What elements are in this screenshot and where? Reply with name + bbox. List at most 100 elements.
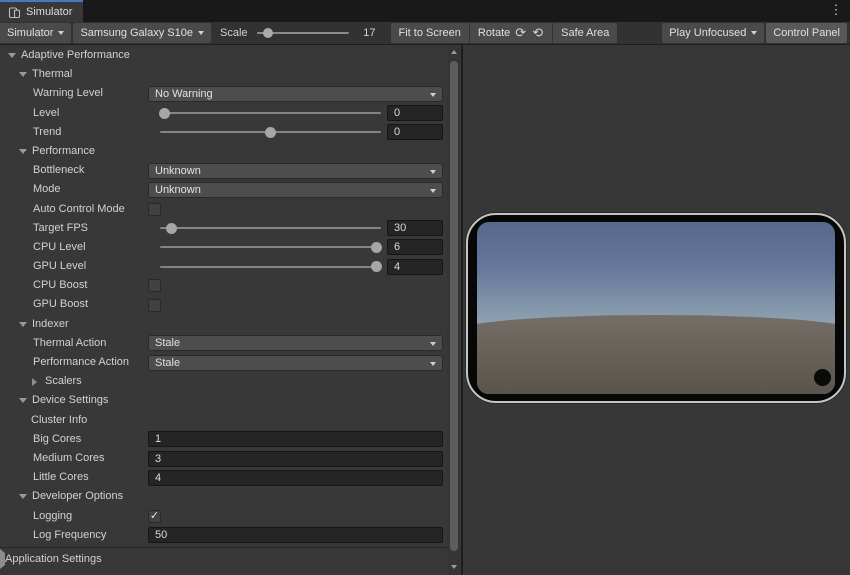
row-gpu-boost: GPU Boost: [0, 295, 461, 314]
mode-dropdown[interactable]: Unknown: [148, 182, 443, 198]
label-adaptive-performance[interactable]: Adaptive Performance: [21, 46, 130, 65]
row-bottleneck: Bottleneck Unknown: [0, 161, 461, 180]
scale-control: Scale 17: [220, 27, 382, 39]
performance-action-dropdown[interactable]: Stale: [148, 355, 443, 371]
trend-slider[interactable]: [160, 124, 381, 140]
simulator-window: Simulator ⋮ Simulator Samsung Galaxy S10…: [0, 0, 850, 575]
cpu-level-slider[interactable]: [160, 239, 381, 255]
gpu-level-value-field[interactable]: 4: [387, 259, 443, 275]
fit-to-screen-button[interactable]: Fit to Screen: [391, 23, 469, 43]
row-medium-cores: Medium Cores3: [0, 449, 461, 468]
row-warning-level: Warning LevelNo Warning: [0, 84, 461, 103]
log-frequency-field[interactable]: 50: [148, 527, 443, 543]
device-viewport[interactable]: [463, 45, 850, 575]
label-developer-options[interactable]: Developer Options: [32, 487, 123, 506]
label-application-settings[interactable]: Application Settings: [5, 553, 102, 565]
logging-checkbox[interactable]: ✓: [148, 510, 161, 523]
performance-foldout-arrow-icon[interactable]: [19, 149, 27, 154]
little-cores-field[interactable]: 4: [148, 470, 443, 486]
label-mode: Mode: [33, 180, 61, 199]
rotate-counterclockwise-icon[interactable]: ⟲: [531, 26, 544, 39]
thermal-action-dropdown[interactable]: Stale: [148, 335, 443, 351]
mode-control: Unknown: [148, 182, 443, 198]
trend-value-field[interactable]: 0: [387, 124, 443, 140]
slider-knob[interactable]: [159, 108, 170, 119]
row-performance: Performance: [0, 142, 461, 161]
simulator-menu-button[interactable]: Simulator: [0, 23, 71, 43]
row-target-fps: Target FPS30: [0, 219, 461, 238]
label-scalers[interactable]: Scalers: [45, 372, 82, 391]
row-indexer: Indexer: [0, 315, 461, 334]
slider-knob[interactable]: [371, 242, 382, 253]
rotate-controls: Rotate ⟳ ⟲: [469, 23, 552, 43]
label-log-frequency: Log Frequency: [33, 526, 106, 545]
chevron-down-icon: [430, 342, 436, 346]
level-control: 0: [148, 105, 443, 121]
target-fps-value-field[interactable]: 30: [387, 220, 443, 236]
row-scalers: Scalers: [0, 372, 461, 391]
row-auto-control-mode: Auto Control Mode: [0, 200, 461, 219]
device-settings-foldout-arrow-icon[interactable]: [19, 398, 27, 403]
target-fps-control: 30: [148, 220, 443, 236]
warning-level-dropdown[interactable]: No Warning: [148, 86, 443, 102]
little-cores-control: 4: [148, 470, 443, 486]
cpu-boost-checkbox[interactable]: [148, 279, 161, 292]
tab-simulator[interactable]: Simulator: [0, 0, 83, 22]
scrollbar-thumb[interactable]: [450, 61, 458, 551]
developer-options-foldout-arrow-icon[interactable]: [19, 494, 27, 499]
label-trend: Trend: [33, 123, 61, 142]
chevron-down-icon: [58, 31, 64, 35]
tab-title: Simulator: [26, 6, 72, 18]
safe-area-button[interactable]: Safe Area: [552, 23, 617, 43]
thermal-foldout-arrow-icon[interactable]: [19, 72, 27, 77]
scale-slider[interactable]: [257, 32, 349, 34]
device-screen[interactable]: [477, 222, 835, 394]
scalers-foldout-arrow-icon[interactable]: [32, 378, 37, 386]
device-simulator-icon: [8, 6, 21, 19]
label-thermal[interactable]: Thermal: [32, 65, 72, 84]
control-panel-button[interactable]: Control Panel: [766, 23, 847, 43]
scroll-down-icon[interactable]: [451, 565, 457, 569]
label-performance-action: Performance Action: [33, 353, 129, 372]
slider-track: [160, 246, 381, 248]
gpu-boost-checkbox[interactable]: [148, 299, 161, 312]
indexer-foldout-arrow-icon[interactable]: [19, 322, 27, 327]
kebab-menu-icon[interactable]: ⋮: [828, 1, 844, 19]
cpu-level-value-field[interactable]: 6: [387, 239, 443, 255]
chevron-down-icon: [198, 31, 204, 35]
bottleneck-dropdown[interactable]: Unknown: [148, 163, 443, 179]
big-cores-field[interactable]: 1: [148, 431, 443, 447]
slider-knob[interactable]: [265, 127, 276, 138]
level-slider[interactable]: [160, 105, 381, 121]
label-device-settings[interactable]: Device Settings: [32, 391, 108, 410]
auto-control-mode-checkbox[interactable]: [148, 203, 161, 216]
row-logging: Logging✓: [0, 507, 461, 526]
slider-knob[interactable]: [371, 261, 382, 272]
row-adaptive-performance: Adaptive Performance: [0, 46, 461, 65]
row-level: Level0: [0, 104, 461, 123]
medium-cores-field[interactable]: 3: [148, 451, 443, 467]
row-thermal: Thermal: [0, 65, 461, 84]
gpu-boost-control: [148, 297, 443, 313]
label-bottleneck: Bottleneck: [33, 161, 84, 180]
scroll-up-icon[interactable]: [451, 50, 457, 54]
simulator-toolbar: Simulator Samsung Galaxy S10e Scale 17 F…: [0, 22, 850, 45]
vertical-scrollbar[interactable]: [447, 45, 460, 575]
rotate-clockwise-icon[interactable]: ⟳: [514, 26, 527, 39]
scale-slider-knob[interactable]: [263, 28, 273, 38]
level-value-field[interactable]: 0: [387, 105, 443, 121]
auto-control-mode-control: [148, 201, 443, 217]
slider-track: [160, 266, 381, 268]
log-frequency-control: 50: [148, 527, 443, 543]
label-performance[interactable]: Performance: [32, 142, 95, 161]
label-indexer[interactable]: Indexer: [32, 315, 69, 334]
play-unfocused-button[interactable]: Play Unfocused: [662, 23, 764, 43]
gpu-level-slider[interactable]: [160, 259, 381, 275]
device-select-button[interactable]: Samsung Galaxy S10e: [73, 23, 211, 43]
main-area: Adaptive PerformanceThermalWarning Level…: [0, 45, 850, 575]
slider-knob[interactable]: [166, 223, 177, 234]
label-big-cores: Big Cores: [33, 430, 81, 449]
adaptive-performance-foldout-arrow-icon[interactable]: [8, 53, 16, 58]
chevron-down-icon: [430, 362, 436, 366]
target-fps-slider[interactable]: [160, 220, 381, 236]
